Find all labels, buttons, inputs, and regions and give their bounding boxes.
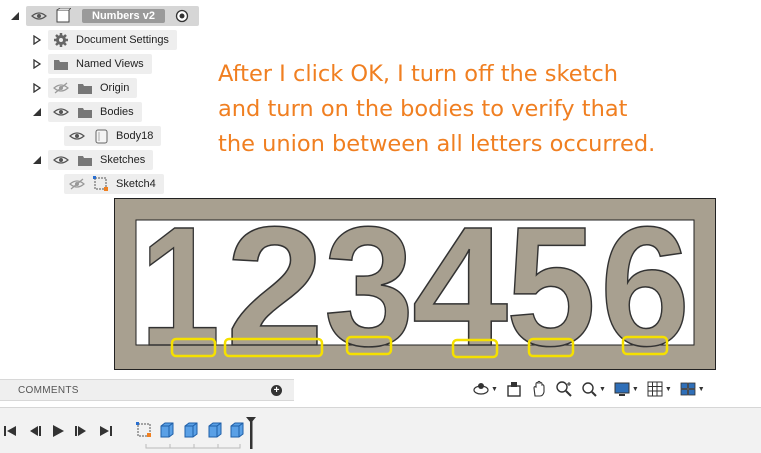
step-forward-icon[interactable] (74, 423, 90, 439)
timeline-marker[interactable] (246, 417, 256, 449)
annotation-line: and turn on the bodies to verify that (218, 96, 628, 122)
browser-root-row[interactable]: Numbers v2 (8, 6, 199, 26)
sketch4-label: Sketch4 (116, 178, 156, 190)
digit-glyph: 5 (506, 198, 596, 370)
browser-item-origin[interactable]: Origin (30, 78, 138, 98)
zoom-button[interactable] (553, 378, 575, 400)
timeline-feature-extrude[interactable] (184, 422, 198, 438)
look-at-button[interactable] (503, 378, 525, 400)
monitor-icon (614, 382, 630, 396)
browser-item-named-views[interactable]: Named Views (30, 54, 152, 74)
eye-hidden-icon[interactable] (52, 80, 70, 96)
timeline-feature-extrude[interactable] (230, 422, 244, 438)
add-comment-icon[interactable]: + (271, 385, 282, 396)
annotation-line: After I click OK, I turn off the sketch (218, 61, 619, 87)
folder-icon (76, 152, 94, 168)
browser-item-sketches[interactable]: Sketches (30, 150, 154, 170)
folder-icon (52, 56, 70, 72)
sketches-label: Sketches (100, 154, 146, 166)
sketch4-pill: Sketch4 (64, 174, 164, 194)
eye-hidden-icon[interactable] (68, 176, 86, 192)
browser-item-body18[interactable]: Body18 (64, 126, 162, 146)
go-to-start-icon[interactable] (2, 423, 18, 439)
go-to-end-icon[interactable] (98, 423, 114, 439)
named-views-label: Named Views (76, 58, 144, 70)
browser-item-document-settings[interactable]: Document Settings (30, 30, 177, 50)
play-icon[interactable] (50, 423, 66, 439)
digit-glyph: 6 (600, 198, 690, 370)
timeline-bar (0, 407, 761, 453)
viewports-icon (680, 382, 696, 396)
browser-item-sketch4[interactable]: Sketch4 (64, 174, 164, 194)
timeline-controls (2, 422, 114, 440)
eye-icon[interactable] (52, 104, 70, 120)
gear-icon (52, 32, 70, 48)
orbit-icon (473, 383, 489, 395)
eye-icon[interactable] (30, 8, 48, 24)
digit-glyph: 1 (140, 198, 220, 370)
expand-triangle-icon[interactable] (30, 33, 44, 47)
named-views-pill: Named Views (48, 54, 152, 74)
timeline-features (136, 417, 256, 449)
body-icon (92, 128, 110, 144)
step-back-icon[interactable] (26, 423, 42, 439)
folder-icon (76, 80, 94, 96)
display-settings-button[interactable]: ▼ (611, 378, 641, 400)
digit-glyph: 2 (226, 198, 324, 370)
bodies-pill: Bodies (48, 102, 142, 122)
annotation-line: the union between all letters occurred. (218, 131, 656, 157)
canvas-viewport[interactable]: 1 2 3 4 5 6 (114, 191, 716, 383)
sketches-pill: Sketches (48, 150, 154, 170)
document-name: Numbers v2 (82, 9, 165, 23)
zoom-icon (556, 381, 572, 397)
bodies-label: Bodies (100, 106, 134, 118)
grid-icon (647, 381, 663, 397)
expand-triangle-icon[interactable] (30, 57, 44, 71)
body18-label: Body18 (116, 130, 154, 142)
browser-item-bodies[interactable]: Bodies (30, 102, 142, 122)
component-icon (54, 8, 72, 24)
timeline-feature-sketch[interactable] (136, 422, 151, 437)
grid-button[interactable]: ▼ (644, 378, 674, 400)
document-settings-pill: Document Settings (48, 30, 177, 50)
document-settings-label: Document Settings (76, 34, 169, 46)
pan-hand-icon (533, 380, 545, 397)
collapse-triangle-icon[interactable] (8, 9, 22, 23)
body18-pill: Body18 (64, 126, 162, 146)
orbit-button[interactable]: ▼ (470, 378, 500, 400)
comments-title: COMMENTS (18, 384, 79, 396)
comments-panel[interactable]: COMMENTS + (0, 379, 294, 401)
collapse-triangle-icon[interactable] (30, 153, 44, 167)
expand-triangle-icon[interactable] (30, 81, 44, 95)
activate-radio-icon[interactable] (173, 8, 191, 24)
pan-button[interactable] (528, 378, 550, 400)
collapse-triangle-icon[interactable] (30, 105, 44, 119)
origin-pill: Origin (48, 78, 138, 98)
annotation-text: After I click OK, I turn off the sketch … (218, 57, 738, 162)
number-plate-body: 1 2 3 4 5 6 (114, 191, 716, 383)
browser-root[interactable]: Numbers v2 (26, 6, 199, 26)
look-at-icon (507, 382, 521, 397)
sketch-icon (92, 176, 110, 192)
origin-label: Origin (100, 82, 130, 94)
eye-icon[interactable] (68, 128, 86, 144)
viewports-button[interactable]: ▼ (677, 378, 707, 400)
navigation-toolbar: ▼ ▼ ▼ ▼ ▼ (470, 377, 710, 401)
timeline-feature-extrude[interactable] (160, 422, 174, 438)
folder-icon (76, 104, 94, 120)
fit-button[interactable]: ▼ (578, 378, 608, 400)
digit-glyph: 4 (412, 198, 508, 370)
zoom-window-icon (582, 382, 597, 397)
digit-glyph: 3 (324, 198, 414, 370)
eye-icon[interactable] (52, 152, 70, 168)
timeline-feature-extrude[interactable] (208, 422, 222, 438)
